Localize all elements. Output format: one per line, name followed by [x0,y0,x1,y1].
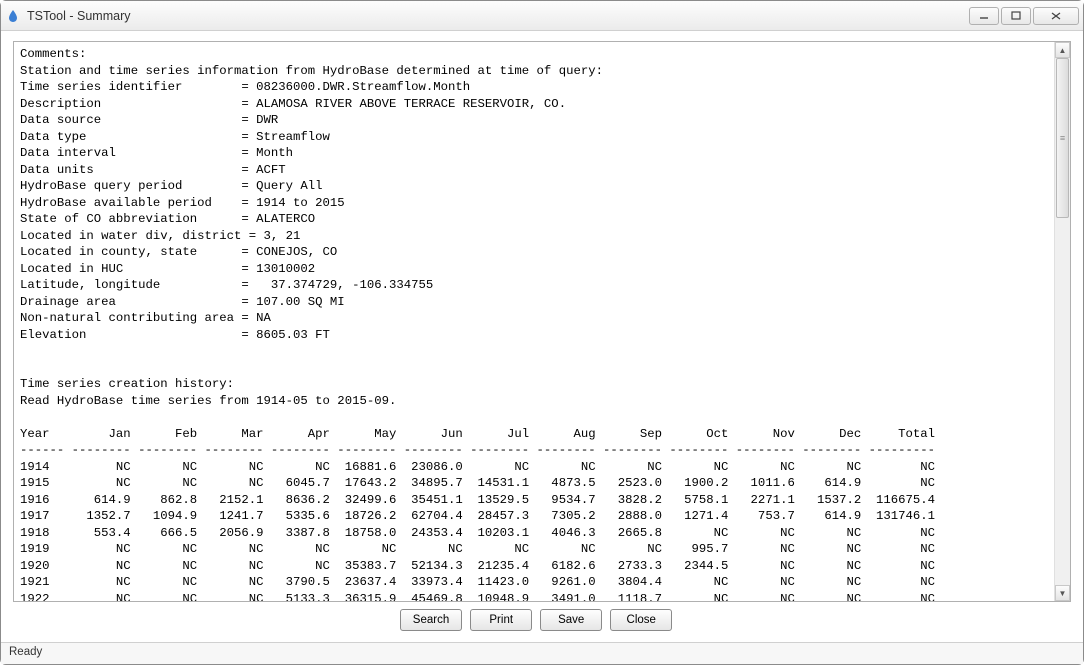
search-button[interactable]: Search [400,609,462,631]
window-controls [969,7,1079,25]
status-text: Ready [9,646,42,658]
save-button[interactable]: Save [540,609,602,631]
status-bar: Ready [1,642,1083,664]
summary-panel: Comments: Station and time series inform… [13,41,1071,602]
button-bar: Search Print Save Close [1,606,1071,634]
window-title: TSTool - Summary [27,9,131,23]
vertical-scrollbar[interactable]: ▲ ▼ [1054,42,1070,601]
scroll-thumb[interactable] [1056,58,1069,218]
summary-text[interactable]: Comments: Station and time series inform… [14,42,1054,601]
close-button[interactable]: Close [610,609,672,631]
minimize-button[interactable] [969,7,999,25]
scroll-up-arrow[interactable]: ▲ [1055,42,1070,58]
close-window-button[interactable] [1033,7,1079,25]
titlebar: TSTool - Summary [1,1,1083,31]
print-button[interactable]: Print [470,609,532,631]
scroll-down-arrow[interactable]: ▼ [1055,585,1070,601]
maximize-button[interactable] [1001,7,1031,25]
app-icon [5,8,21,24]
